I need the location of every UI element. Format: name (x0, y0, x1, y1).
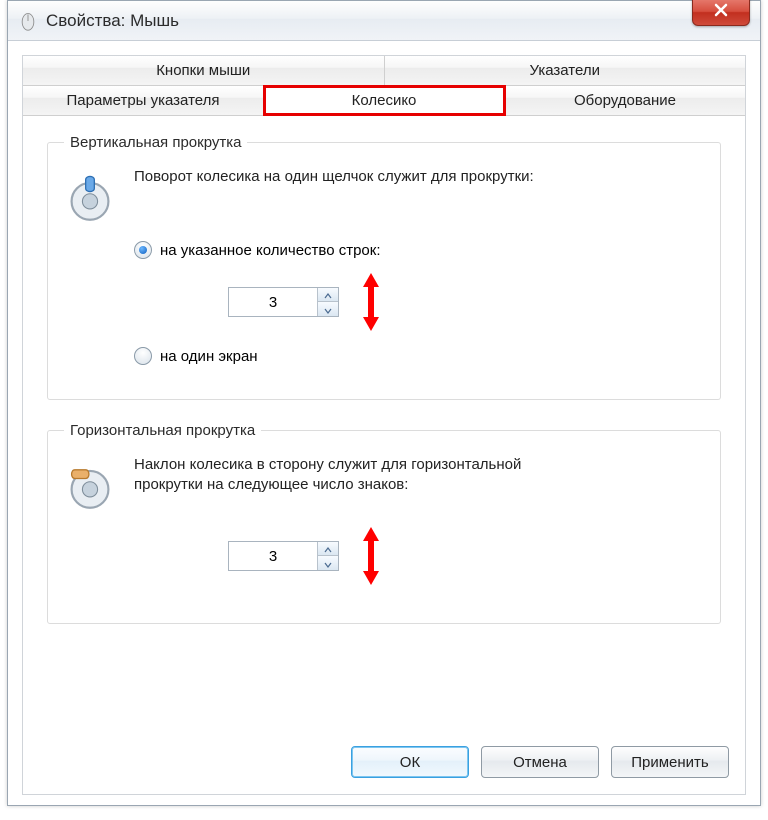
horizontal-scroll-group: Горизонтальная прокрутка Наклон колесика… (47, 422, 721, 624)
ok-button[interactable]: ОК (351, 746, 469, 778)
chars-spin-down[interactable] (318, 556, 338, 570)
radio-lines[interactable] (134, 241, 152, 259)
annotation-arrow-vertical (357, 271, 385, 333)
close-icon (713, 2, 729, 22)
chars-input[interactable] (229, 542, 317, 570)
tab-pointers[interactable]: Указатели (385, 56, 746, 85)
lines-spin-down[interactable] (318, 302, 338, 316)
mouse-icon (18, 11, 38, 31)
close-button[interactable] (692, 0, 750, 26)
tab-hardware[interactable]: Оборудование (505, 86, 745, 115)
mouse-properties-window: Свойства: Мышь Кнопки мыши Указатели Пар… (7, 0, 761, 806)
wheel-vertical-icon (64, 171, 116, 223)
chevron-down-icon (324, 301, 332, 318)
dialog-footer: ОК Отмена Применить (23, 736, 745, 794)
tab-pointer-options[interactable]: Параметры указателя (23, 86, 264, 115)
cancel-button[interactable]: Отмена (481, 746, 599, 778)
vertical-legend: Вертикальная прокрутка (64, 134, 247, 151)
apply-button[interactable]: Применить (611, 746, 729, 778)
annotation-arrow-horizontal (357, 525, 385, 587)
chars-spinner (228, 541, 339, 571)
chevron-down-icon (324, 555, 332, 572)
tabs-row-2: Параметры указателя Колесико Оборудовани… (23, 86, 745, 116)
vertical-desc: Поворот колесика на один щелчок служит д… (134, 167, 704, 187)
tab-content: Вертикальная прокрутка Поворот колесика … (23, 116, 745, 736)
radio-screen-label: на один экран (160, 348, 258, 365)
vertical-scroll-group: Вертикальная прокрутка Поворот колесика … (47, 134, 721, 400)
horizontal-legend: Горизонтальная прокрутка (64, 422, 261, 439)
tab-wheel[interactable]: Колесико (264, 86, 505, 115)
radio-screen[interactable] (134, 347, 152, 365)
lines-input[interactable] (229, 288, 317, 316)
lines-spinner (228, 287, 339, 317)
radio-row-lines: на указанное количество строк: (134, 241, 704, 259)
radio-row-screen: на один экран (134, 347, 704, 365)
tab-buttons[interactable]: Кнопки мыши (23, 56, 385, 85)
title-bar: Свойства: Мышь (8, 1, 760, 41)
window-title: Свойства: Мышь (46, 11, 179, 31)
tabs-row-1: Кнопки мыши Указатели (23, 56, 745, 86)
horizontal-desc: Наклон колесика в сторону служит для гор… (134, 455, 554, 496)
radio-lines-label: на указанное количество строк: (160, 242, 381, 259)
dialog-body: Кнопки мыши Указатели Параметры указател… (22, 55, 746, 795)
wheel-horizontal-icon (64, 459, 116, 511)
